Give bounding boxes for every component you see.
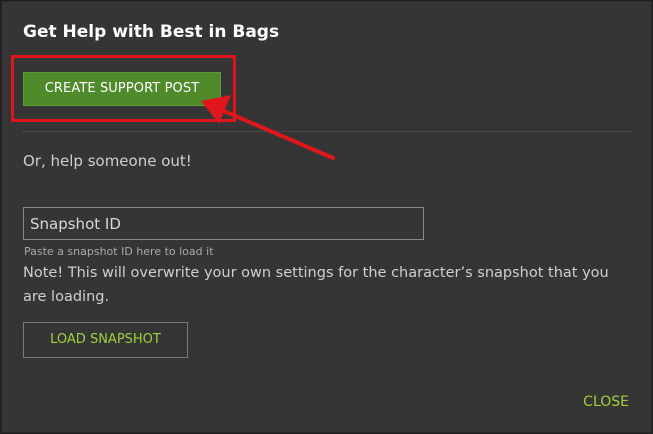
snapshot-id-input[interactable] xyxy=(24,208,423,239)
close-button[interactable]: CLOSE xyxy=(583,394,629,410)
support-dialog: Get Help with Best in Bags CREATE SUPPOR… xyxy=(1,1,652,433)
snapshot-id-field[interactable] xyxy=(23,207,424,240)
overwrite-note: Note! This will overwrite your own setti… xyxy=(23,265,609,305)
help-someone-text: Or, help someone out! xyxy=(23,152,192,170)
dialog-title: Get Help with Best in Bags xyxy=(23,22,280,42)
snapshot-hint: Paste a snapshot ID here to load it xyxy=(24,245,214,258)
create-support-post-button[interactable]: CREATE SUPPORT POST xyxy=(23,72,221,106)
load-snapshot-button[interactable]: LOAD SNAPSHOT xyxy=(23,322,188,358)
section-divider xyxy=(23,131,631,132)
